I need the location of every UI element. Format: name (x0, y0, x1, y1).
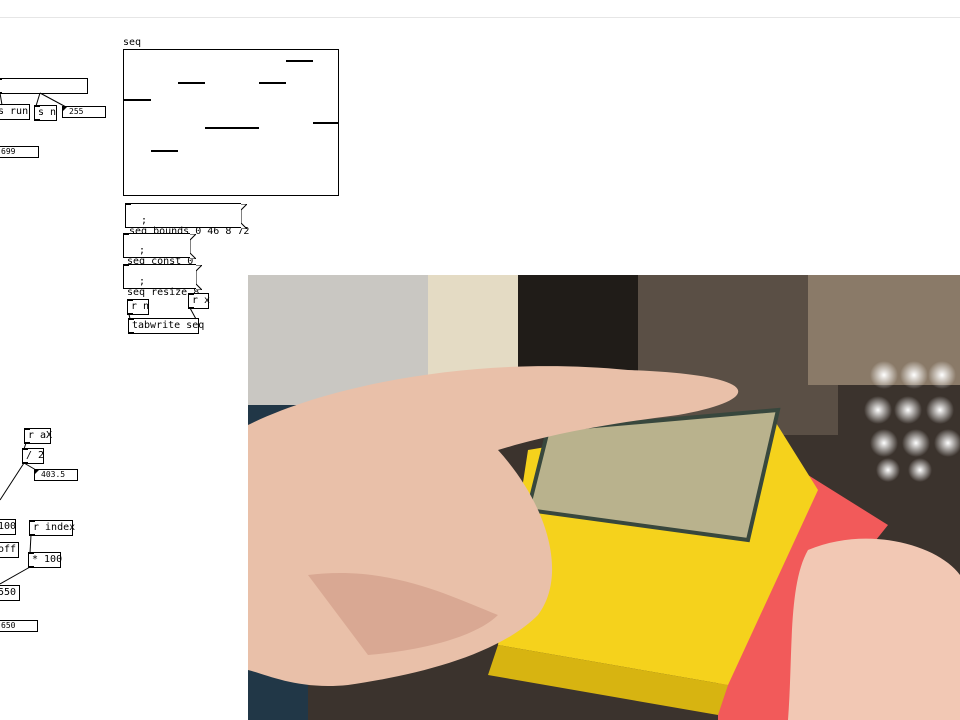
array-value-0 (124, 99, 151, 101)
send-n-object[interactable]: s n (34, 105, 57, 121)
send-run-object[interactable]: s run (0, 104, 30, 120)
array-value-5 (259, 82, 286, 84)
receive-ax-object[interactable]: r aX (24, 428, 52, 444)
tabwrite-seq-object[interactable]: tabwrite seq (128, 318, 204, 334)
video-demo-panel (248, 275, 960, 720)
array-value-7 (313, 122, 339, 124)
message-seq-const[interactable]: ; seq const 0 (123, 233, 196, 267)
array-value-3 (205, 127, 232, 129)
value-550-object[interactable]: 550 (0, 585, 20, 601)
receive-x-object[interactable]: r x (188, 293, 210, 309)
number-box-650[interactable]: 650 (0, 620, 38, 632)
array-value-4 (232, 127, 259, 129)
message-flag-icon (196, 265, 202, 290)
array-value-1 (151, 150, 178, 152)
message-seq-resize[interactable]: ; seq resize 8 (123, 264, 202, 298)
divide-2-object[interactable]: / 2 (22, 448, 44, 464)
receive-n-object[interactable]: r n (127, 299, 149, 315)
number-box-255[interactable]: 255 (62, 106, 106, 118)
number-box-699[interactable]: 699 (0, 146, 39, 158)
array-value-2 (178, 82, 205, 84)
value-100-object[interactable]: 100 (0, 519, 16, 535)
message-seq-bounds[interactable]: ; seq bounds 0 46 8 72 (125, 203, 249, 237)
array-graph-seq[interactable] (123, 49, 339, 196)
array-value-6 (286, 60, 313, 62)
message-flag-icon (190, 234, 196, 259)
receive-index-object[interactable]: r index (29, 520, 75, 536)
number-box-403-5[interactable]: 403.5 (34, 469, 78, 481)
message-flag-icon (241, 204, 247, 229)
off-message[interactable]: off (0, 542, 19, 558)
array-label: seq (123, 37, 142, 48)
window-title-bar (0, 0, 960, 18)
handheld-yellow-device-icon (248, 275, 960, 720)
bang-bar[interactable] (0, 78, 88, 94)
multiply-100-object[interactable]: * 100 (28, 552, 62, 568)
